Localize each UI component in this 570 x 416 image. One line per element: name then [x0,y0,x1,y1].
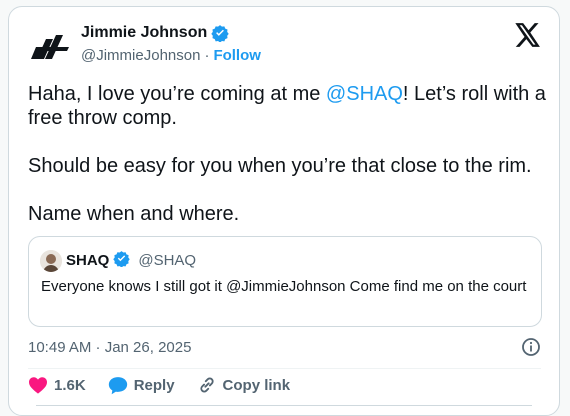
heart-icon [29,377,47,394]
next-section-border [36,405,532,406]
x-logo-icon[interactable] [515,23,541,52]
quoted-name-row: SHAQ @SHAQ [66,250,196,271]
tweet-paragraph-3: Name when and where. [28,203,240,225]
like-button[interactable]: 1.6K [28,376,86,394]
author-name[interactable]: Jimmie Johnson [81,24,207,42]
tweet-timestamp[interactable]: 10:49 AM · Jan 26, 2025 [28,339,191,356]
verified-badge-icon [113,250,131,271]
like-count: 1.6K [54,376,86,394]
mention-link[interactable]: @SHAQ [326,83,403,105]
author-avatar[interactable] [27,24,73,70]
tweet-text: Haha, I love you’re coming at me @SHAQ! … [28,82,548,226]
handle-separator: · [204,47,210,64]
quoted-author-handle[interactable]: @SHAQ [138,252,196,269]
reply-button[interactable]: Reply [108,376,175,395]
action-bar: 1.6K Reply Copy link [28,375,312,395]
author-handle-row: @JimmieJohnson · Follow [81,47,261,64]
tweet-embed-card[interactable]: Jimmie Johnson @JimmieJohnson · Follow H… [8,6,560,416]
tweet-paragraph-2: Should be easy for you when you’re that … [28,155,532,177]
jimmie-johnson-logo-icon [31,35,69,59]
follow-button[interactable]: Follow [213,47,261,64]
author-name-row: Jimmie Johnson [81,24,229,42]
info-icon[interactable] [521,337,541,362]
quoted-author-name[interactable]: SHAQ [66,252,109,269]
reply-label: Reply [133,376,175,394]
quoted-tweet-text: Everyone knows I still got it @JimmieJoh… [41,278,527,295]
quoted-tweet[interactable]: SHAQ @SHAQ Everyone knows I still got it… [28,236,542,327]
copy-link-button[interactable]: Copy link [197,375,291,395]
copy-link-label: Copy link [222,376,291,394]
divider [28,368,541,369]
verified-badge-icon [211,24,229,42]
link-icon [199,377,214,393]
quoted-author-avatar[interactable] [40,250,62,272]
reply-icon [108,376,127,394]
tweet-text-part1: Haha, I love you’re coming at me [28,83,326,105]
author-handle[interactable]: @JimmieJohnson [81,47,200,64]
